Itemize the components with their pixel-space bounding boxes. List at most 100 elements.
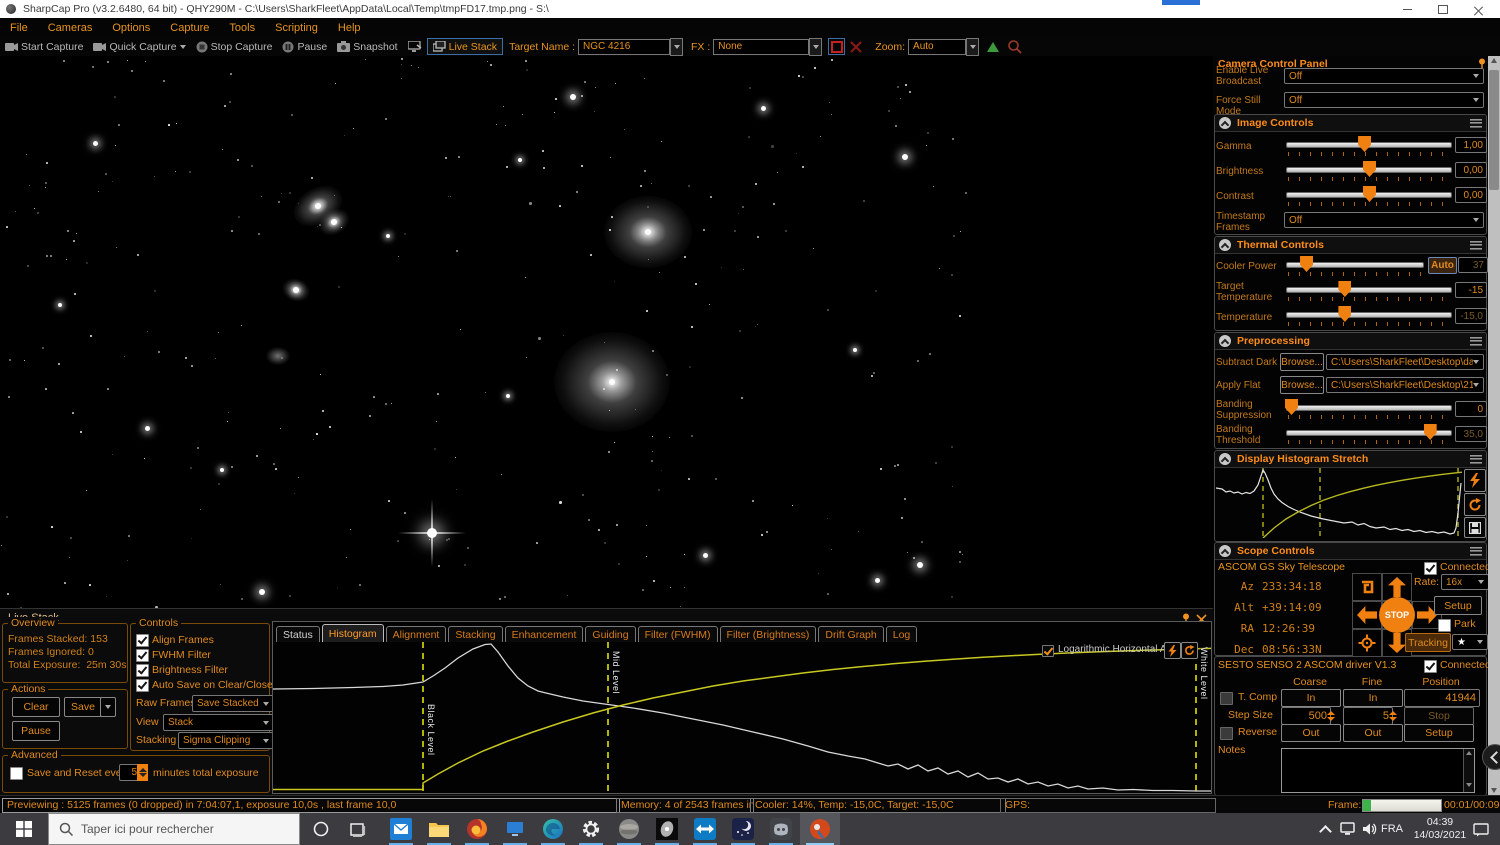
- preview-image[interactable]: [0, 56, 973, 608]
- task-view-button[interactable]: [344, 817, 370, 841]
- apply-flat-path-select[interactable]: C:\Users\SharkFleet\Desktop\21_2...: [1326, 377, 1484, 393]
- target-temperature-slider[interactable]: [1286, 281, 1452, 297]
- cooler-auto-button[interactable]: Auto: [1428, 257, 1457, 274]
- magnifier-icon[interactable]: [1007, 39, 1022, 54]
- zoom-select[interactable]: Auto: [908, 38, 967, 55]
- tab-histogram[interactable]: Histogram: [321, 624, 384, 642]
- reset-graph-button[interactable]: [1181, 642, 1198, 659]
- scroll-up-icon[interactable]: [1491, 58, 1497, 63]
- tab-filter-fwhm[interactable]: Filter (FWHM): [637, 626, 718, 642]
- edge-icon[interactable]: [540, 817, 566, 841]
- gamma-slider[interactable]: [1286, 136, 1452, 152]
- save-reset-checkbox[interactable]: [10, 767, 23, 780]
- menu-scripting[interactable]: Scripting: [265, 22, 328, 34]
- tracking-button[interactable]: Tracking: [1405, 633, 1451, 652]
- log-axis-checkbox[interactable]: [1042, 645, 1054, 657]
- display-settings-icon[interactable]: [502, 817, 528, 841]
- view-select[interactable]: Stack: [163, 714, 274, 731]
- volume-icon[interactable]: [1356, 817, 1382, 841]
- minutes-spinner[interactable]: [137, 764, 148, 781]
- thermal-controls-header[interactable]: Thermal Controls: [1215, 237, 1486, 254]
- target-sync-button[interactable]: [1352, 629, 1382, 657]
- menu-capture[interactable]: Capture: [160, 22, 219, 34]
- fx-select[interactable]: None: [713, 38, 810, 55]
- sharpcap-taskbar-icon[interactable]: [807, 817, 833, 841]
- spiral-slew-button[interactable]: [1352, 573, 1382, 601]
- stop-capture-button[interactable]: Stop Capture: [191, 41, 278, 53]
- pause-button[interactable]: Pause: [277, 41, 332, 53]
- rate-select[interactable]: 16x: [1441, 574, 1489, 590]
- spin-up-icon[interactable]: [1389, 711, 1397, 715]
- tab-drift-graph[interactable]: Drift Graph: [818, 626, 884, 642]
- timestamp-frames-select[interactable]: Off: [1284, 212, 1484, 228]
- spin-up-icon[interactable]: [138, 768, 147, 772]
- clear-selection-icon[interactable]: [849, 40, 863, 54]
- tracking-rate-select[interactable]: ★: [1452, 634, 1488, 650]
- scope-setup-button[interactable]: Setup: [1434, 596, 1482, 615]
- coarse-in-button[interactable]: In: [1281, 689, 1341, 707]
- brightness-filter-checkbox[interactable]: [136, 664, 149, 677]
- tab-guiding[interactable]: Guiding: [585, 626, 636, 642]
- save-button[interactable]: Save: [64, 697, 102, 717]
- contrast-slider[interactable]: [1286, 186, 1452, 202]
- contrast-value[interactable]: 0,00: [1455, 187, 1487, 203]
- align-frames-checkbox[interactable]: [136, 634, 149, 647]
- menu-icon[interactable]: [1470, 336, 1482, 346]
- notes-scrollbar[interactable]: [1463, 749, 1474, 792]
- menu-icon[interactable]: [1470, 454, 1482, 464]
- stacking-select[interactable]: Sigma Clipping: [178, 732, 274, 749]
- scroll-down-icon[interactable]: [1491, 788, 1497, 793]
- fwhm-filter-checkbox[interactable]: [136, 649, 149, 662]
- minimize-button[interactable]: [1392, 0, 1422, 18]
- preprocessing-header[interactable]: Preprocessing: [1215, 333, 1486, 350]
- brightness-value[interactable]: 0,00: [1455, 162, 1487, 178]
- cooler-power-slider[interactable]: [1286, 256, 1424, 272]
- planet-app-icon[interactable]: [616, 817, 642, 841]
- menu-file[interactable]: File: [0, 22, 38, 34]
- scroll-thumb[interactable]: [1489, 70, 1499, 190]
- menu-cameras[interactable]: Cameras: [38, 22, 103, 34]
- banding-suppression-value[interactable]: 0: [1455, 401, 1487, 417]
- coarse-step-spinner[interactable]: [1326, 707, 1336, 725]
- collapse-icon[interactable]: [1219, 239, 1231, 251]
- tcomp-checkbox[interactable]: [1220, 692, 1233, 705]
- force-still-mode-select[interactable]: Off: [1284, 92, 1484, 108]
- tab-alignment[interactable]: Alignment: [385, 626, 447, 642]
- collapse-icon[interactable]: [1219, 335, 1231, 347]
- focuser-connected-checkbox[interactable]: [1424, 660, 1437, 673]
- fine-out-button[interactable]: Out: [1343, 724, 1403, 742]
- scope-connected-checkbox[interactable]: [1424, 562, 1437, 575]
- screen-capture-button[interactable]: [403, 40, 427, 53]
- teamviewer-icon[interactable]: [692, 817, 718, 841]
- start-capture-button[interactable]: Start Capture: [0, 41, 88, 53]
- panel-scrollbar[interactable]: [1488, 56, 1500, 795]
- collapse-icon[interactable]: [1219, 117, 1231, 129]
- image-controls-header[interactable]: Image Controls: [1215, 115, 1486, 132]
- spin-down-icon[interactable]: [138, 773, 147, 777]
- astro-app-icon[interactable]: [654, 817, 680, 841]
- notification-center-button[interactable]: [1468, 817, 1494, 841]
- park-checkbox[interactable]: [1438, 619, 1451, 632]
- pause-stack-button[interactable]: Pause: [12, 721, 60, 741]
- brightness-slider[interactable]: [1286, 161, 1452, 177]
- auto-save-checkbox[interactable]: [136, 679, 149, 692]
- notes-textarea[interactable]: [1281, 748, 1475, 793]
- quick-capture-button[interactable]: Quick Capture: [88, 41, 190, 53]
- subtract-dark-browse-button[interactable]: Browse...: [1280, 353, 1324, 371]
- collapse-icon[interactable]: [1219, 453, 1231, 465]
- stellarium-icon[interactable]: [730, 817, 756, 841]
- spin-down-icon[interactable]: [1327, 717, 1335, 721]
- target-temperature-value[interactable]: -15: [1455, 282, 1487, 298]
- cortana-button[interactable]: [308, 817, 334, 841]
- spin-up-icon[interactable]: [1327, 711, 1335, 715]
- zoom-dropdown-button[interactable]: [966, 37, 980, 56]
- tab-enhancement[interactable]: Enhancement: [504, 626, 584, 642]
- discord-icon[interactable]: [768, 817, 794, 841]
- histogram-stretch-header[interactable]: Display Histogram Stretch: [1215, 451, 1486, 468]
- menu-icon[interactable]: [1470, 118, 1482, 128]
- apply-flat-browse-button[interactable]: Browse...: [1280, 376, 1324, 394]
- enable-live-broadcast-select[interactable]: Off: [1284, 68, 1484, 84]
- cooler-power-value[interactable]: 37: [1458, 257, 1488, 273]
- mail-app-icon[interactable]: [388, 817, 414, 841]
- close-button[interactable]: [1463, 0, 1493, 18]
